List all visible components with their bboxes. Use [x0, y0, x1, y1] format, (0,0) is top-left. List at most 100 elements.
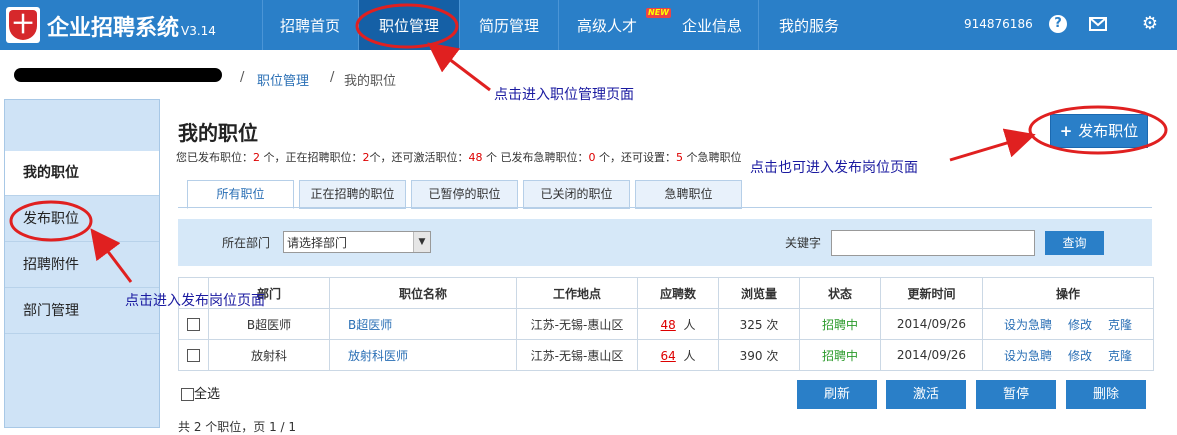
delete-button[interactable]: 删除 [1066, 380, 1146, 409]
header-status: 状态 [799, 277, 881, 309]
dept-label: 所在部门 [222, 236, 271, 250]
table-row: 放射科 放射科医师 江苏-无锡-惠山区 64 人 390 次 招聘中 2014/… [178, 339, 1154, 371]
table-header-row: 部门 职位名称 工作地点 应聘数 浏览量 状态 更新时间 操作 [178, 277, 1154, 309]
table-row: B超医师 B超医师 江苏-无锡-惠山区 48 人 325 次 招聘中 2014/… [178, 308, 1154, 340]
row-views: 390 次 [718, 339, 800, 371]
clone-link[interactable]: 克隆 [1108, 318, 1132, 332]
row-position-link[interactable]: B超医师 [348, 318, 392, 332]
refresh-button[interactable]: 刷新 [797, 380, 877, 409]
keyword-input[interactable] [831, 230, 1035, 256]
pause-button[interactable]: 暂停 [976, 380, 1056, 409]
row-applicants-unit: 人 [683, 348, 696, 363]
publish-position-button[interactable]: + 发布职位 [1050, 114, 1148, 148]
app-title: 企业招聘系统 V3.14 [47, 10, 216, 42]
breadcrumb-separator: / [330, 70, 335, 85]
stats-text: 个，还可设置： [595, 151, 676, 164]
shield-logo-icon: 十 [9, 10, 37, 40]
nav-recruit-home[interactable]: 招聘首页 [262, 0, 357, 50]
header-views: 浏览量 [718, 277, 800, 309]
stats-text: 您已发布职位： [176, 151, 253, 164]
annotation-nav: 点击进入职位管理页面 [494, 87, 634, 103]
header-location: 工作地点 [516, 277, 638, 309]
tab-all-positions[interactable]: 所有职位 [187, 180, 294, 209]
tab-paused[interactable]: 已暂停的职位 [411, 180, 518, 209]
row-status: 招聘中 [821, 348, 858, 363]
row-location: 江苏-无锡-惠山区 [516, 339, 638, 371]
row-checkbox-cell [178, 339, 209, 371]
page-title: 我的职位 [178, 121, 258, 145]
chevron-down-icon: ▼ [413, 232, 430, 252]
row-ops-cell: 设为急聘 修改 克隆 [982, 339, 1154, 371]
redacted-breadcrumb [14, 68, 222, 82]
row-status: 招聘中 [821, 317, 858, 332]
header-position-name: 职位名称 [329, 277, 517, 309]
row-status-cell: 招聘中 [799, 339, 881, 371]
tab-urgent[interactable]: 急聘职位 [635, 180, 742, 209]
gear-icon[interactable]: ⚙ [1141, 15, 1159, 33]
row-dept: B超医师 [208, 308, 330, 340]
breadcrumb-separator: / [240, 70, 245, 85]
stats-text: 个急聘职位 [683, 151, 742, 164]
row-checkbox[interactable] [187, 349, 200, 362]
nav-my-services[interactable]: 我的服务 [758, 0, 859, 50]
stats-published: 2 [253, 151, 260, 164]
row-applicants-link[interactable]: 64 [661, 349, 676, 363]
stats-text: 个，正在招聘职位： [260, 151, 363, 164]
dept-select[interactable]: 请选择部门 ▼ [283, 231, 431, 253]
row-applicants-cell: 64 人 [637, 339, 719, 371]
nav-company-info[interactable]: 企业信息 [668, 0, 756, 50]
nav-resume-management[interactable]: 简历管理 [459, 0, 558, 50]
tab-recruiting[interactable]: 正在招聘的职位 [299, 180, 406, 209]
set-urgent-link[interactable]: 设为急聘 [1004, 349, 1052, 363]
edit-link[interactable]: 修改 [1068, 349, 1092, 363]
sidebar-item-my-positions[interactable]: 我的职位 [5, 151, 159, 196]
nav-senior-talent[interactable]: 高级人才 [558, 0, 656, 50]
annotation-publish: 点击也可进入发布岗位页面 [750, 160, 918, 176]
row-status-cell: 招聘中 [799, 308, 881, 340]
arrow-nav [427, 42, 491, 92]
clone-link[interactable]: 克隆 [1108, 349, 1132, 363]
row-position-link[interactable]: 放射科医师 [348, 349, 408, 363]
select-all[interactable]: 全选 [181, 383, 220, 402]
help-icon[interactable]: ? [1049, 15, 1067, 33]
breadcrumb-position-management[interactable]: 职位管理 [257, 70, 309, 89]
arrow-publish [949, 128, 1036, 162]
keyword-label: 关键字 [785, 236, 822, 250]
sidebar-item-publish-position[interactable]: 发布职位 [5, 197, 159, 242]
sidebar-item-attachments[interactable]: 招聘附件 [5, 243, 159, 288]
annotation-sidebar: 点击进入发布岗位页面 [125, 293, 265, 309]
set-urgent-link[interactable]: 设为急聘 [1004, 318, 1052, 332]
row-applicants-link[interactable]: 48 [661, 318, 676, 332]
positions-table: 部门 职位名称 工作地点 应聘数 浏览量 状态 更新时间 操作 B超医师 B超医… [178, 277, 1154, 371]
stats-text: 个 已发布急聘职位： [482, 151, 589, 164]
stats-urgent: 0 [588, 151, 596, 164]
row-views: 325 次 [718, 308, 800, 340]
activate-button[interactable]: 激活 [886, 380, 966, 409]
stats-recruiting: 2 [362, 151, 370, 164]
row-updated: 2014/09/26 [880, 308, 983, 340]
top-navbar: 十 企业招聘系统 V3.14 招聘首页 职位管理 简历管理 高级人才 NEW 企业… [0, 0, 1177, 50]
account-id[interactable]: 914876186 [964, 17, 1033, 31]
row-location: 江苏-无锡-惠山区 [516, 308, 638, 340]
query-button[interactable]: 查询 [1045, 231, 1104, 255]
dept-select-value: 请选择部门 [287, 236, 348, 250]
row-checkbox[interactable] [187, 318, 200, 331]
nav-senior-talent-label: 高级人才 [577, 17, 638, 35]
stats-activatable: 48 [468, 151, 483, 164]
row-updated: 2014/09/26 [880, 339, 983, 371]
select-all-label: 全选 [194, 387, 221, 402]
header-operations: 操作 [982, 277, 1154, 309]
select-all-checkbox[interactable] [181, 388, 194, 401]
nav-position-management[interactable]: 职位管理 [358, 0, 459, 50]
pager: 共 2 个职位，页 1 / 1 [178, 420, 297, 434]
row-dept: 放射科 [208, 339, 330, 371]
mail-icon[interactable] [1089, 15, 1107, 33]
tab-closed[interactable]: 已关闭的职位 [523, 180, 630, 209]
row-applicants-cell: 48 人 [637, 308, 719, 340]
row-checkbox-cell [178, 308, 209, 340]
stats-settable: 5 [676, 151, 683, 164]
row-position-cell: 放射科医师 [329, 339, 517, 371]
edit-link[interactable]: 修改 [1068, 318, 1092, 332]
stats-text: 个，还可激活职位： [369, 151, 469, 164]
